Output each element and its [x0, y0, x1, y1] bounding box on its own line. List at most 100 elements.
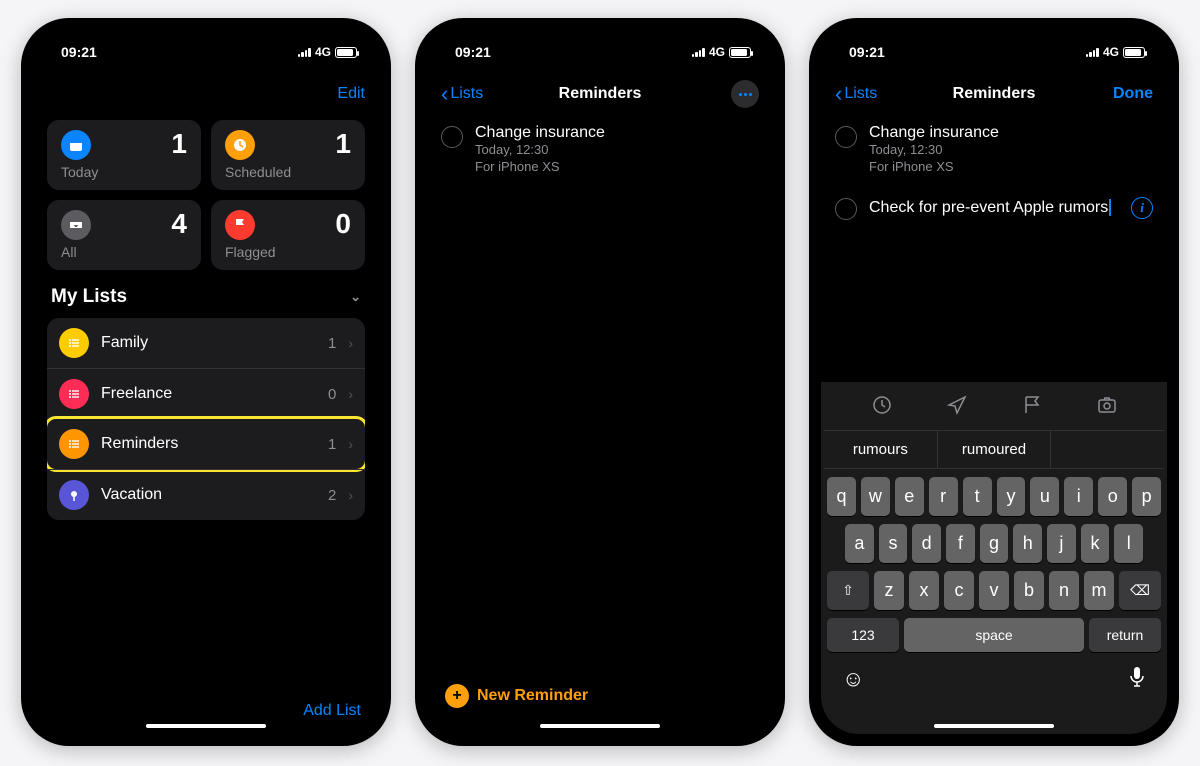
- phone-frame-2: 09:21 4G ‹ Lists Reminders Change insura…: [415, 18, 785, 746]
- key-q[interactable]: q: [827, 477, 856, 516]
- suggestion-3[interactable]: [1051, 431, 1164, 468]
- status-right: 4G: [1086, 45, 1145, 59]
- chevron-left-icon: ‹: [835, 81, 842, 107]
- key-v[interactable]: v: [979, 571, 1009, 610]
- reminder-date: Today, 12:30: [475, 142, 759, 159]
- key-c[interactable]: c: [944, 571, 974, 610]
- back-button[interactable]: ‹ Lists: [441, 81, 483, 107]
- key-e[interactable]: e: [895, 477, 924, 516]
- key-space[interactable]: space: [904, 618, 1084, 652]
- flag-icon[interactable]: [1021, 394, 1043, 422]
- battery-icon: [1123, 47, 1145, 58]
- card-all[interactable]: 4 All: [47, 200, 201, 270]
- notch: [909, 18, 1079, 44]
- notch: [121, 18, 291, 44]
- reminder-checkbox[interactable]: [835, 198, 857, 220]
- status-time: 09:21: [849, 44, 885, 60]
- keyboard-row-2: a s d f g h j k l: [827, 524, 1161, 563]
- card-scheduled[interactable]: 1 Scheduled: [211, 120, 365, 190]
- keyboard-row-4: 123 space return: [827, 618, 1161, 652]
- key-b[interactable]: b: [1014, 571, 1044, 610]
- new-reminder-label: New Reminder: [477, 687, 588, 705]
- carrier-label: 4G: [1103, 45, 1119, 59]
- key-d[interactable]: d: [912, 524, 941, 563]
- card-flagged[interactable]: 0 Flagged: [211, 200, 365, 270]
- key-g[interactable]: g: [980, 524, 1009, 563]
- plus-icon: +: [445, 684, 469, 708]
- list-name: Freelance: [101, 385, 316, 403]
- phone-frame-1: 09:21 4G Edit 1 Today 1: [21, 18, 391, 746]
- suggestion-1[interactable]: rumours: [824, 431, 937, 468]
- key-m[interactable]: m: [1084, 571, 1114, 610]
- edit-button[interactable]: Edit: [337, 85, 365, 103]
- key-j[interactable]: j: [1047, 524, 1076, 563]
- battery-icon: [335, 47, 357, 58]
- key-u[interactable]: u: [1030, 477, 1059, 516]
- back-button[interactable]: ‹ Lists: [835, 81, 877, 107]
- reminder-date: Today, 12:30: [869, 142, 1153, 159]
- nav-bar: ‹ Lists Reminders: [427, 74, 773, 114]
- done-button[interactable]: Done: [1113, 85, 1153, 103]
- key-y[interactable]: y: [997, 477, 1026, 516]
- keyboard-row-3: ⇧ z x c v b n m ⌫: [827, 571, 1161, 610]
- key-return[interactable]: return: [1089, 618, 1161, 652]
- home-indicator[interactable]: [934, 724, 1054, 728]
- phone-frame-3: 09:21 4G ‹ Lists Reminders Done Change i…: [809, 18, 1179, 746]
- key-p[interactable]: p: [1132, 477, 1161, 516]
- add-list-button[interactable]: Add List: [303, 702, 361, 720]
- key-123[interactable]: 123: [827, 618, 899, 652]
- key-s[interactable]: s: [879, 524, 908, 563]
- reminder-row[interactable]: Change insurance Today, 12:30 For iPhone…: [427, 114, 773, 186]
- key-a[interactable]: a: [845, 524, 874, 563]
- list-row-vacation[interactable]: Vacation 2 ›: [47, 469, 365, 520]
- dictation-button[interactable]: [1128, 666, 1146, 694]
- time-icon[interactable]: [871, 394, 893, 422]
- reminder-note: For iPhone XS: [869, 159, 1153, 176]
- list-row-family[interactable]: Family 1 ›: [47, 318, 365, 368]
- list-icon: [59, 429, 89, 459]
- camera-icon[interactable]: [1096, 394, 1118, 422]
- carrier-label: 4G: [315, 45, 331, 59]
- key-n[interactable]: n: [1049, 571, 1079, 610]
- my-lists-header[interactable]: My Lists ⌄: [33, 280, 379, 314]
- chevron-right-icon: ›: [348, 487, 353, 503]
- key-r[interactable]: r: [929, 477, 958, 516]
- list-row-freelance[interactable]: Freelance 0 ›: [47, 368, 365, 419]
- key-o[interactable]: o: [1098, 477, 1127, 516]
- key-i[interactable]: i: [1064, 477, 1093, 516]
- key-l[interactable]: l: [1114, 524, 1143, 563]
- new-reminder-button[interactable]: + New Reminder: [445, 684, 588, 708]
- keyboard-toolbar: [824, 386, 1164, 430]
- location-icon[interactable]: [946, 394, 968, 422]
- key-x[interactable]: x: [909, 571, 939, 610]
- chevron-right-icon: ›: [348, 335, 353, 351]
- keyboard-row-1: q w e r t y u i o p: [827, 477, 1161, 516]
- list-name: Vacation: [101, 486, 316, 504]
- calendar-icon: [61, 130, 91, 160]
- emoji-button[interactable]: ☺: [842, 666, 864, 694]
- list-count: 1: [328, 436, 336, 453]
- info-button[interactable]: i: [1131, 197, 1153, 219]
- reminder-row-editing[interactable]: Check for pre-event Apple rumors i: [821, 186, 1167, 230]
- key-shift[interactable]: ⇧: [827, 571, 869, 610]
- home-indicator[interactable]: [540, 724, 660, 728]
- key-z[interactable]: z: [874, 571, 904, 610]
- more-button[interactable]: [731, 80, 759, 108]
- back-label: Lists: [450, 85, 483, 103]
- home-indicator[interactable]: [146, 724, 266, 728]
- key-k[interactable]: k: [1081, 524, 1110, 563]
- reminder-row[interactable]: Change insurance Today, 12:30 For iPhone…: [821, 114, 1167, 186]
- card-today[interactable]: 1 Today: [47, 120, 201, 190]
- key-h[interactable]: h: [1013, 524, 1042, 563]
- signal-icon: [1086, 47, 1099, 57]
- key-w[interactable]: w: [861, 477, 890, 516]
- reminder-title-input[interactable]: Check for pre-event Apple rumors: [869, 199, 1111, 216]
- key-f[interactable]: f: [946, 524, 975, 563]
- list-name: Reminders: [101, 435, 316, 453]
- suggestion-2[interactable]: rumoured: [937, 431, 1052, 468]
- reminder-checkbox[interactable]: [441, 126, 463, 148]
- list-row-reminders[interactable]: Reminders 1 ›: [47, 416, 365, 472]
- reminder-checkbox[interactable]: [835, 126, 857, 148]
- key-t[interactable]: t: [963, 477, 992, 516]
- key-delete[interactable]: ⌫: [1119, 571, 1161, 610]
